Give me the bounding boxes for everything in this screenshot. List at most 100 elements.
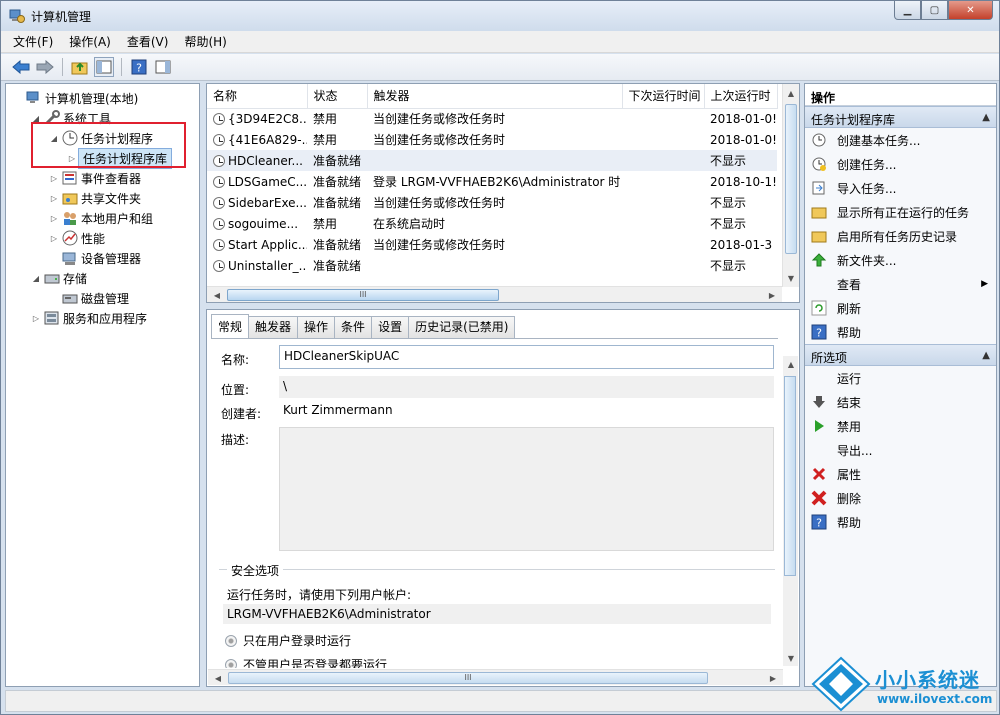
maximize-button[interactable]: ▢ — [921, 1, 948, 20]
task-cell: 2018-10-1! — [710, 174, 777, 189]
title-bar[interactable]: 计算机管理 ▁ ▢ ✕ — [1, 1, 999, 31]
show-action-pane-icon[interactable] — [153, 57, 173, 77]
radio-button[interactable] — [225, 635, 237, 647]
task-row[interactable]: sogouime... 禁用 在系统启动时 不显示 — [207, 213, 777, 234]
actions-section-selected[interactable]: 所选项 ▲ — [805, 344, 996, 366]
tab-settings[interactable]: 设置 — [371, 316, 410, 338]
expand-arrow-icon[interactable]: ▷ — [48, 174, 60, 183]
action-item[interactable]: 创建基本任务... — [805, 128, 996, 152]
menu-help[interactable]: 帮助(H) — [184, 33, 226, 50]
action-item[interactable]: 显示所有正在运行的任务 — [805, 200, 996, 224]
tab-general[interactable]: 常规 — [211, 314, 250, 338]
task-row[interactable]: Uninstaller_... 准备就绪 不显示 — [207, 255, 777, 276]
back-icon[interactable] — [11, 57, 31, 77]
action-item[interactable]: 运行 — [805, 366, 996, 390]
expand-arrow-icon[interactable]: ▷ — [48, 234, 60, 243]
name-field[interactable]: HDCleanerSkipUAC — [279, 345, 774, 369]
action-item[interactable]: 导出... — [805, 438, 996, 462]
tab-actions[interactable]: 操作 — [297, 316, 336, 338]
task-list-vscrollbar[interactable]: ▲ ▼ — [782, 84, 799, 287]
action-item[interactable]: 新文件夹... — [805, 248, 996, 272]
tree-item[interactable]: 设备管理器 — [6, 248, 199, 268]
action-item[interactable]: 导入任务... — [805, 176, 996, 200]
radio-run-logged-on[interactable]: 只在用户登录时运行 — [225, 632, 351, 649]
column-header[interactable]: 下次运行时间 — [622, 84, 705, 109]
security-options-group: 安全选项 运行任务时，请使用下列用户帐户: LRGM-VVFHAEB2K6\Ad… — [219, 562, 775, 669]
tree-item[interactable]: 计算机管理(本地) — [6, 88, 199, 108]
location-field[interactable]: \ — [279, 376, 774, 398]
close-button[interactable]: ✕ — [948, 1, 993, 20]
task-row[interactable]: {3D94E2C8... 禁用 当创建任务或修改任务时 2018-01-0! — [207, 108, 777, 129]
submenu-arrow-icon: ▶ — [981, 279, 988, 289]
scroll-up-button[interactable]: ▲ — [783, 85, 799, 101]
action-item[interactable]: 属性 — [805, 462, 996, 486]
tab-triggers[interactable]: 触发器 — [248, 316, 299, 338]
scroll-right-button[interactable]: ▶ — [765, 670, 781, 686]
collapse-icon[interactable]: ▲ — [982, 112, 990, 123]
action-item[interactable]: 启用所有任务历史记录 — [805, 224, 996, 248]
users-icon — [64, 212, 76, 225]
menu-view[interactable]: 查看(V) — [127, 33, 169, 50]
scroll-down-button[interactable]: ▼ — [783, 270, 799, 286]
scroll-thumb[interactable]: III — [227, 289, 499, 301]
scroll-down-button[interactable]: ▼ — [783, 650, 799, 666]
scroll-right-button[interactable]: ▶ — [764, 287, 780, 303]
task-row[interactable]: LDSGameC... 准备就绪 登录 LRGM-VVFHAEB2K6\Admini… — [207, 171, 777, 192]
action-item[interactable]: 结束 — [805, 390, 996, 414]
menu-action[interactable]: 操作(A) — [69, 33, 111, 50]
tree-item[interactable]: ▷ 本地用户和组 — [6, 208, 199, 228]
help-icon[interactable]: ? — [129, 57, 149, 77]
description-field[interactable] — [279, 427, 774, 551]
task-row[interactable]: SidebarExe... 准备就绪 当创建任务或修改任务时 不显示 — [207, 192, 777, 213]
expand-arrow-icon[interactable]: ▷ — [48, 194, 60, 203]
scroll-left-button[interactable]: ◀ — [209, 287, 225, 303]
column-header[interactable]: 触发器 — [367, 84, 623, 109]
scroll-thumb[interactable]: III — [228, 672, 708, 684]
collapse-icon[interactable]: ▲ — [982, 350, 990, 361]
expand-arrow-icon[interactable]: ◢ — [30, 274, 42, 283]
action-item[interactable]: 查看 ▶ — [805, 272, 996, 296]
minimize-button[interactable]: ▁ — [894, 1, 921, 20]
menu-file[interactable]: 文件(F) — [13, 33, 53, 50]
scroll-up-button[interactable]: ▲ — [783, 356, 799, 372]
tab-conditions[interactable]: 条件 — [334, 316, 373, 338]
action-item[interactable]: 刷新 — [805, 296, 996, 320]
action-item[interactable]: 创建任务... — [805, 152, 996, 176]
expand-arrow-icon[interactable]: ▷ — [48, 214, 60, 223]
forward-icon[interactable] — [35, 57, 55, 77]
expand-arrow-icon[interactable]: ▷ — [30, 314, 42, 323]
tree-item[interactable]: ◢ 存储 — [6, 268, 199, 288]
tree-item[interactable]: ▷ 事件查看器 — [6, 168, 199, 188]
action-item[interactable]: 删除 — [805, 486, 996, 510]
radio-button[interactable] — [225, 659, 237, 668]
up-folder-icon[interactable] — [70, 57, 90, 77]
column-header[interactable]: 上次运行时 — [704, 84, 778, 109]
task-row[interactable]: HDCleaner... 准备就绪 不显示 — [207, 150, 777, 171]
action-item[interactable]: 禁用 — [805, 414, 996, 438]
task-row[interactable]: {41E6A829-... 禁用 当创建任务或修改任务时 2018-01-0! — [207, 129, 777, 150]
run-as-user-field[interactable]: LRGM-VVFHAEB2K6\Administrator — [223, 604, 771, 624]
scroll-thumb[interactable] — [784, 376, 796, 576]
tree-item[interactable]: 磁盘管理 — [6, 288, 199, 308]
detail-vscrollbar[interactable]: ▲ ▼ — [783, 356, 798, 666]
import-icon — [812, 181, 825, 195]
window-title: 计算机管理 — [31, 10, 92, 24]
show-tree-icon[interactable] — [94, 57, 114, 77]
action-item[interactable]: ? 帮助 — [805, 510, 996, 534]
tree-item[interactable]: ▷ 性能 — [6, 228, 199, 248]
action-label: 启用所有任务历史记录 — [837, 229, 958, 244]
tab-history[interactable]: 历史记录(已禁用) — [408, 316, 516, 338]
task-list-hscrollbar[interactable]: ◀ III ▶ — [207, 286, 782, 302]
task-row[interactable]: Start Applic... 准备就绪 当创建任务或修改任务时 2018-01-3 — [207, 234, 777, 255]
radio-run-whether-logged-on[interactable]: 不管用户是否登录都要运行 — [225, 656, 387, 668]
author-field[interactable]: Kurt Zimmermann — [279, 400, 774, 422]
actions-section-library[interactable]: 任务计划程序库 ▲ — [805, 106, 996, 128]
tree-item[interactable]: ▷ 共享文件夹 — [6, 188, 199, 208]
scroll-thumb[interactable] — [785, 104, 797, 254]
action-item[interactable]: ? 帮助 — [805, 320, 996, 344]
tree-item[interactable]: ▷ 服务和应用程序 — [6, 308, 199, 328]
column-header[interactable]: 状态 — [307, 84, 368, 109]
detail-hscrollbar[interactable]: ◀ III ▶ — [208, 669, 783, 685]
scroll-left-button[interactable]: ◀ — [210, 670, 226, 686]
column-header[interactable]: 名称 — [207, 84, 308, 109]
